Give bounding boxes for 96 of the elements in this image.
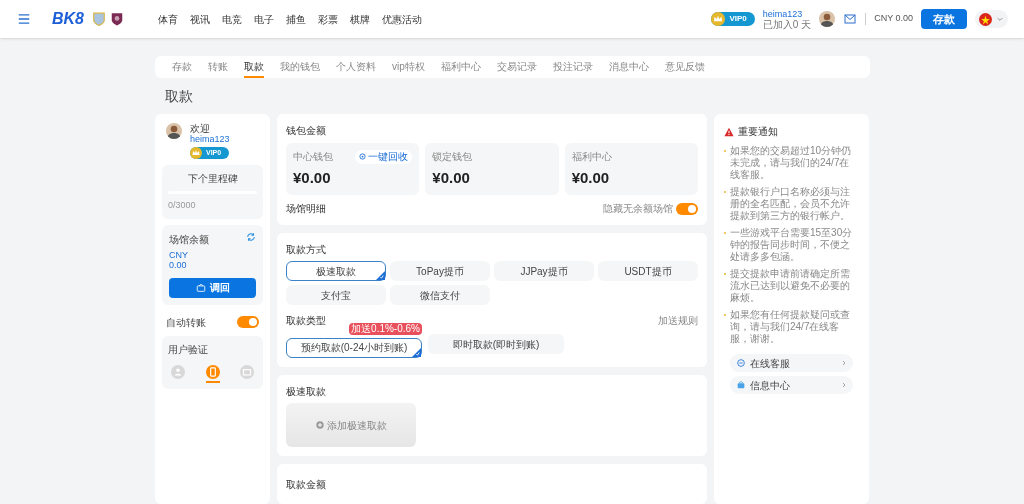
notice-text: 提款银行户口名称必须与注册的全名匹配，会员不允许提款到第三方的银行帐户。 <box>730 186 851 222</box>
tab[interactable]: 投注记录 <box>552 56 593 78</box>
support-link[interactable]: 在线客服 <box>730 354 853 372</box>
plus-circle-icon <box>359 153 367 160</box>
option-button[interactable]: 支付宝 <box>286 285 386 305</box>
join-date: 已加入0 天 <box>762 18 812 30</box>
option-button[interactable]: 预约取款(0-24小时到账) <box>286 337 422 358</box>
notice-title: 重要通知 <box>738 125 778 139</box>
currency-text: CNY <box>169 249 189 260</box>
section-title: 取款金额 <box>286 479 326 490</box>
shield-icon <box>110 10 124 28</box>
tab[interactable]: 存款 <box>172 56 192 78</box>
tab[interactable]: 我的钱包 <box>280 56 320 78</box>
page-title: 取款 <box>165 87 194 106</box>
mail-icon <box>240 364 254 379</box>
tab[interactable]: 转账 <box>208 56 228 78</box>
wallet-name: 中心钱包 <box>293 150 333 164</box>
menu-icon[interactable] <box>16 12 32 26</box>
refresh-icon[interactable] <box>246 231 256 242</box>
check-corner-icon <box>376 271 385 280</box>
section-title: 钱包金额 <box>286 124 327 138</box>
notice-text: 如果您的交易超过10分钟仍未完成，请与我们的24/7在线客服。 <box>730 145 853 181</box>
deposit-button[interactable]: 存款 <box>921 9 967 29</box>
username: heima123 <box>190 134 230 144</box>
nav-link[interactable]: 棋牌 <box>350 11 370 27</box>
tab[interactable]: 意见反馈 <box>664 56 705 78</box>
toggle-switch[interactable] <box>676 202 698 215</box>
option-button[interactable]: ToPay提币 <box>390 261 490 281</box>
nav-link[interactable]: 视讯 <box>190 11 210 27</box>
tab[interactable]: vip特权 <box>392 56 425 78</box>
username: heima123 <box>762 8 804 19</box>
venue-detail-label: 场馆明细 <box>286 202 326 216</box>
wallet-amount: ¥0.00 <box>571 168 611 188</box>
section-title: 取款类型 <box>286 314 326 328</box>
logo[interactable]: BK8 <box>52 7 84 31</box>
wallet-icon <box>195 282 206 293</box>
balance-text: CNY 0.00 <box>874 12 913 26</box>
recycle-button[interactable]: 一键回收 <box>355 149 413 164</box>
plus-circle-icon <box>315 421 324 429</box>
verification-step[interactable] <box>205 364 220 383</box>
toggle-switch[interactable] <box>237 316 259 328</box>
notice-text: 一些游戏平台需要15至30分钟的报告同步时间，不便之处请多多包涵。 <box>730 227 854 263</box>
nav-link[interactable]: 体育 <box>158 11 178 27</box>
vip-badge: VIP0 <box>711 12 755 26</box>
milestone-title: 下个里程碑 <box>187 172 238 186</box>
avatar-icon <box>166 123 182 139</box>
wallet-name: 福利中心 <box>571 150 612 164</box>
warning-icon <box>724 126 734 137</box>
check-corner-icon <box>412 347 421 357</box>
tab[interactable]: 消息中心 <box>608 56 649 78</box>
notice-text: 提交提款申请前请确定所需流水已达到以避免不必要的麻烦。 <box>730 268 851 304</box>
tab[interactable]: 交易记录 <box>496 56 537 78</box>
nav-link[interactable]: 电竞 <box>222 11 242 27</box>
venue-amount: 0.00 <box>169 259 188 270</box>
venue-title: 场馆余额 <box>169 232 209 247</box>
user-icon <box>171 364 185 379</box>
tab[interactable]: 取款 <box>244 56 264 78</box>
wallet-name: 锁定钱包 <box>432 150 473 164</box>
option-button[interactable]: 微信支付 <box>390 285 490 305</box>
chevron-icon <box>841 382 847 388</box>
avatar-icon[interactable] <box>819 11 836 27</box>
wallet-amount: ¥0.00 <box>293 168 332 188</box>
section-title: 取款方式 <box>286 243 327 257</box>
crown-icon <box>711 12 726 26</box>
progress-text: 0/3000 <box>168 199 196 212</box>
wallet-amount: ¥0.00 <box>432 168 471 188</box>
language-selector[interactable] <box>975 10 1008 28</box>
recall-button[interactable]: 调回 <box>169 277 256 298</box>
auto-transfer-label: 自动转账 <box>166 315 206 330</box>
tab[interactable]: 福利中心 <box>440 56 481 78</box>
briefcase-icon <box>736 380 746 390</box>
crown-icon <box>190 147 202 159</box>
chevron-icon <box>841 360 847 366</box>
bonus-badge: 加送0.1%-0.6% <box>349 323 422 335</box>
support-link[interactable]: 信息中心 <box>730 376 853 394</box>
flag-icon <box>979 12 992 26</box>
rules-link[interactable]: 加送规则 <box>658 313 698 328</box>
tab[interactable]: 个人资料 <box>336 56 376 78</box>
shield-icon <box>92 10 106 28</box>
nav-link[interactable]: 电子 <box>254 11 274 27</box>
option-button[interactable]: 极速取款 <box>286 261 386 281</box>
toggle-label: 隐藏无余额场馆 <box>603 202 673 216</box>
section-title: 极速取款 <box>286 385 327 399</box>
nav-link[interactable]: 捕鱼 <box>286 11 306 27</box>
chat-icon <box>736 358 746 368</box>
option-button[interactable]: 即时取款(即时到账) <box>428 334 564 354</box>
option-button[interactable]: JJPay提币 <box>494 261 594 281</box>
caret-icon <box>996 15 1004 23</box>
mail-icon[interactable] <box>843 13 858 25</box>
option-button[interactable]: USDT提币 <box>598 261 698 281</box>
nav-link[interactable]: 彩票 <box>318 11 338 27</box>
nav-link[interactable]: 优惠活动 <box>382 11 422 27</box>
notice-text: 如果您有任何提款疑问或查询，请与我们24/7在线客服，谢谢。 <box>730 309 851 345</box>
verification-title: 用户验证 <box>168 342 209 357</box>
welcome-text: 欢迎 <box>190 123 211 134</box>
phone-icon <box>205 364 220 379</box>
